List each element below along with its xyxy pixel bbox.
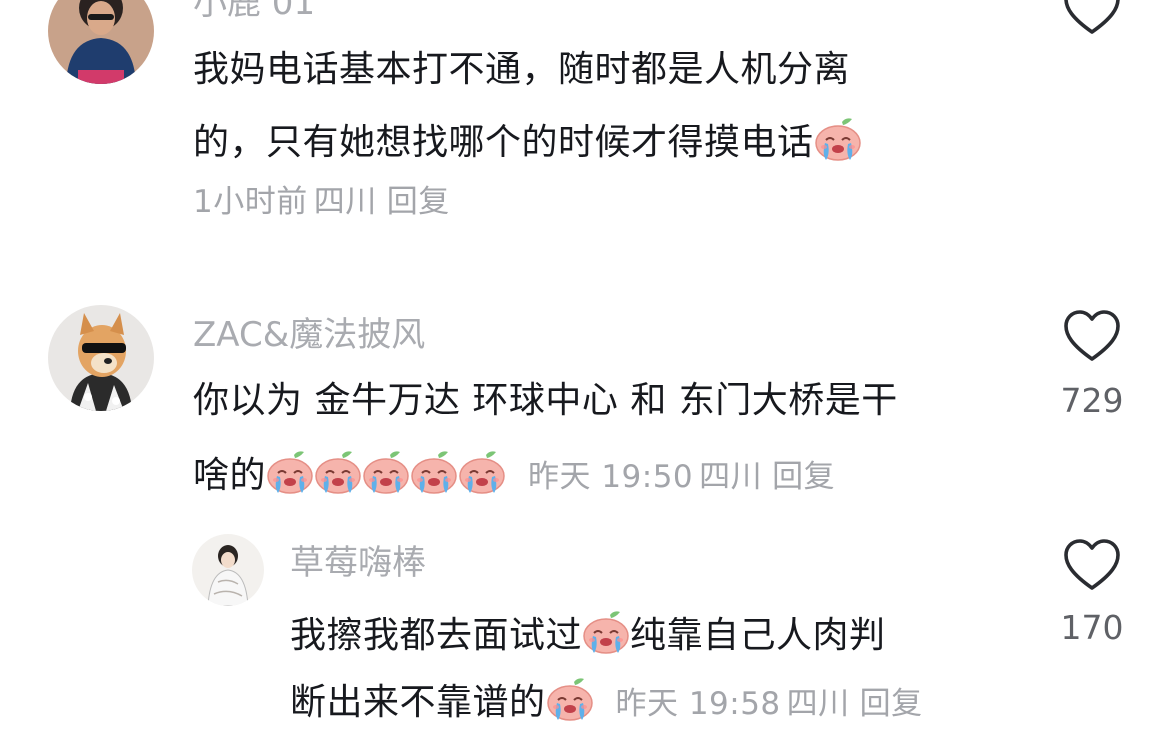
reply-button[interactable]: 回复	[387, 184, 450, 220]
timestamp: 昨天 19:50	[527, 459, 694, 495]
crying-peach-emoji-icon	[312, 449, 364, 495]
comment-text-line: 的，只有她想找哪个的时候才得摸电话	[193, 116, 862, 162]
comment-text: 的，只有她想找哪个的时候才得摸电话	[193, 122, 814, 163]
crying-peach-emoji-icon	[812, 116, 864, 162]
crying-peach-emoji-icon	[456, 449, 508, 495]
comment-text: 我擦我都去面试过	[290, 615, 583, 656]
location: 四川	[699, 459, 763, 495]
like-heart-icon[interactable]	[1062, 538, 1122, 592]
avatar[interactable]	[48, 305, 154, 411]
crying-peach-emoji-icon	[264, 449, 316, 495]
comment-text-line: 啥的 昨天 19:50 四川 回复	[193, 449, 841, 495]
comment-text-line: 我擦我都去面试过 纯靠自己人肉判	[290, 609, 886, 655]
reply-button[interactable]: 回复	[860, 686, 923, 722]
like-heart-icon[interactable]	[1062, 0, 1122, 36]
like-heart-icon[interactable]	[1062, 309, 1122, 363]
comment-text-line: 断出来不靠谱的 昨天 19:58 四川 回复	[290, 676, 929, 722]
comment-text-line: 我妈电话基本打不通，随时都是人机分离	[193, 49, 851, 90]
crying-peach-emoji-icon	[544, 676, 596, 722]
avatar[interactable]	[48, 0, 154, 84]
crying-peach-emoji-icon	[408, 449, 460, 495]
username[interactable]: 小鹿 01	[193, 0, 315, 20]
location: 四川	[786, 686, 850, 722]
crying-peach-emoji-icon	[360, 449, 412, 495]
like-count: 729	[1060, 381, 1124, 420]
avatar[interactable]	[192, 534, 264, 606]
timestamp: 1小时前	[193, 184, 308, 220]
comment-text: 啥的	[193, 455, 267, 496]
reply-button[interactable]: 回复	[772, 459, 835, 495]
timestamp: 昨天 19:58	[615, 686, 781, 722]
comment-meta: 昨天 19:58 四川 回复	[615, 686, 928, 722]
location: 四川	[313, 184, 377, 220]
comment-text-line: 你以为 金牛万达 环球中心 和 东门大桥是干	[193, 380, 898, 421]
comment-meta: 1小时前 四川 回复	[193, 187, 456, 218]
comment-text: 断出来不靠谱的	[290, 682, 546, 723]
comment-meta: 昨天 19:50 四川 回复	[528, 459, 841, 495]
username[interactable]: 草莓嗨棒	[290, 546, 426, 580]
comment-text: 纯靠自己人肉判	[630, 615, 886, 656]
username[interactable]: ZAC&魔法披风	[193, 318, 425, 352]
like-count: 170	[1060, 608, 1124, 647]
crying-peach-emoji-icon	[580, 609, 632, 655]
